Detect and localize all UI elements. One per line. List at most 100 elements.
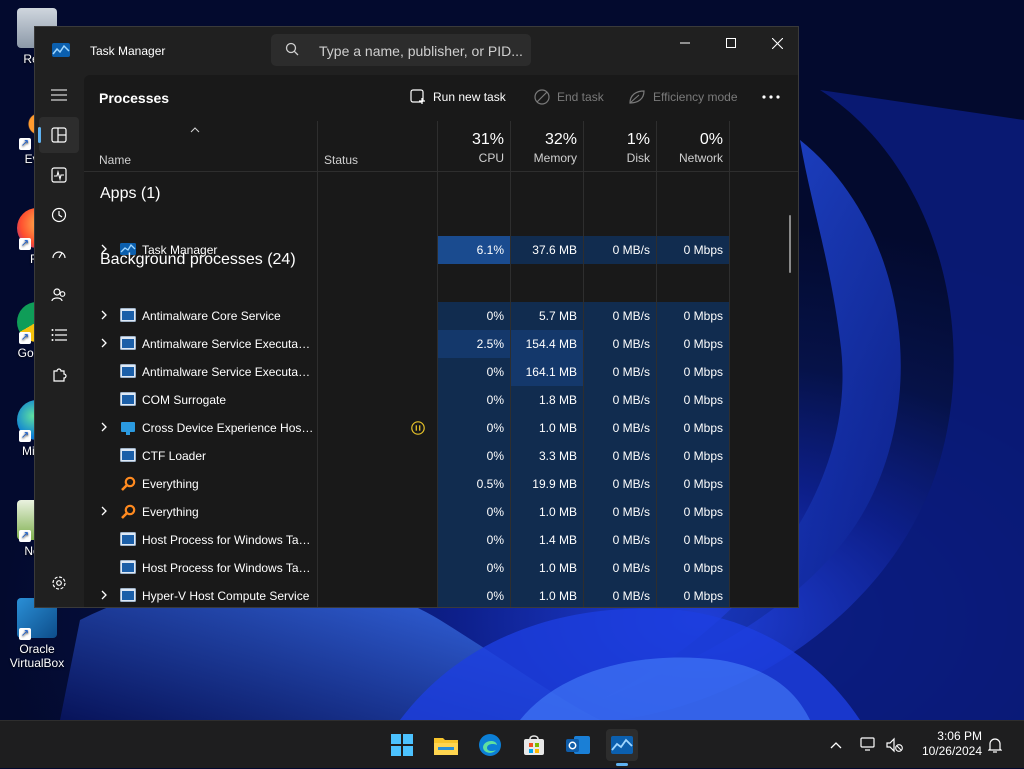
process-row[interactable]: Everything 0% 1.0 MB 0 MB/s 0 Mbps bbox=[84, 498, 798, 526]
minimize-button[interactable] bbox=[662, 27, 708, 59]
process-name: Cross Device Experience Host ... bbox=[142, 421, 314, 435]
end-task-button[interactable]: End task bbox=[534, 89, 604, 105]
taskbar-file-explorer[interactable] bbox=[430, 729, 462, 761]
search-input[interactable] bbox=[317, 40, 526, 62]
column-header-name[interactable]: Name bbox=[99, 153, 131, 167]
maximize-button[interactable] bbox=[708, 27, 754, 59]
group-header-apps[interactable]: Apps (1) bbox=[100, 185, 160, 203]
run-new-task-button[interactable]: Run new task bbox=[410, 89, 506, 105]
more-options-button[interactable] bbox=[762, 95, 780, 99]
network-cell: 0 Mbps bbox=[657, 386, 729, 414]
cpu-cell: 0% bbox=[438, 582, 510, 607]
history-icon bbox=[51, 207, 67, 223]
disk-cell: 0 MB/s bbox=[584, 582, 656, 607]
disk-cell: 0 MB/s bbox=[584, 526, 656, 554]
taskmanager-icon bbox=[52, 43, 70, 57]
search-box[interactable] bbox=[271, 34, 531, 66]
desktop-icon-virtualbox[interactable]: ↗ Oracle VirtualBox bbox=[6, 598, 68, 670]
network-cell: 0 Mbps bbox=[657, 442, 729, 470]
nav-settings[interactable] bbox=[39, 565, 79, 601]
taskbar-store[interactable] bbox=[518, 729, 550, 761]
expand-chevron-icon[interactable] bbox=[100, 309, 108, 321]
nav-services[interactable] bbox=[39, 357, 79, 393]
disk-cell: 0 MB/s bbox=[584, 330, 656, 358]
process-row[interactable]: Cross Device Experience Host ... 0% 1.0 MB… bbox=[84, 414, 798, 442]
column-header-disk[interactable]: 1% Disk bbox=[584, 131, 650, 165]
disk-cell: 0 MB/s bbox=[584, 554, 656, 582]
taskbar-clock[interactable]: 3:06 PM 10/26/2024 bbox=[922, 729, 982, 759]
column-header-cpu[interactable]: 31% CPU bbox=[438, 131, 504, 165]
memory-cell: 5.7 MB bbox=[511, 302, 583, 330]
run-task-icon bbox=[410, 89, 425, 104]
nav-users[interactable] bbox=[39, 277, 79, 313]
volume-tray-button[interactable] bbox=[886, 721, 904, 769]
disk-cell: 0 MB/s bbox=[584, 302, 656, 330]
cpu-cell: 6.1% bbox=[438, 236, 510, 264]
expand-chevron-icon[interactable] bbox=[100, 421, 108, 433]
cross-device-icon bbox=[120, 420, 136, 439]
cpu-cell: 0% bbox=[438, 386, 510, 414]
nav-performance[interactable] bbox=[39, 157, 79, 193]
memory-cell: 3.3 MB bbox=[511, 442, 583, 470]
process-row[interactable]: Everything 0.5% 19.9 MB 0 MB/s 0 Mbps bbox=[84, 470, 798, 498]
process-name: Everything bbox=[142, 505, 199, 519]
desktop-icon-label: Oracle VirtualBox bbox=[9, 642, 65, 670]
services-puzzle-icon bbox=[53, 368, 67, 382]
process-name: CTF Loader bbox=[142, 449, 207, 463]
hamburger-menu-button[interactable] bbox=[39, 77, 79, 113]
network-cell: 0 Mbps bbox=[657, 302, 729, 330]
process-row[interactable]: Antimalware Core Service 0% 5.7 MB 0 MB/s 0 … bbox=[84, 302, 798, 330]
title-bar[interactable]: Task Manager bbox=[35, 27, 798, 75]
network-cell: 0 Mbps bbox=[657, 554, 729, 582]
nav-details[interactable] bbox=[39, 317, 79, 353]
cpu-cell: 2.5% bbox=[438, 330, 510, 358]
show-hidden-icons-button[interactable] bbox=[830, 721, 842, 769]
process-row[interactable]: Host Process for Windows Tasks 0% 1.4 MB 0 … bbox=[84, 526, 798, 554]
network-disconnected-icon bbox=[860, 737, 875, 751]
memory-cell: 37.6 MB bbox=[511, 236, 583, 264]
process-row[interactable]: CTF Loader 0% 3.3 MB 0 MB/s 0 Mbps bbox=[84, 442, 798, 470]
search-icon bbox=[285, 42, 299, 56]
disk-cell: 0 MB/s bbox=[584, 470, 656, 498]
store-icon bbox=[524, 735, 544, 755]
sort-ascending-icon bbox=[190, 127, 200, 133]
start-button[interactable] bbox=[386, 729, 418, 761]
group-header-background[interactable]: Background processes (24) bbox=[100, 251, 296, 269]
notifications-button[interactable] bbox=[988, 721, 1002, 769]
process-row[interactable]: Antimalware Service Executable 2.5% 154.4 … bbox=[84, 330, 798, 358]
process-row[interactable]: Host Process for Windows Tasks 0% 1.0 MB 0 … bbox=[84, 554, 798, 582]
taskbar-task-manager[interactable] bbox=[606, 729, 638, 766]
cpu-cell: 0% bbox=[438, 498, 510, 526]
close-button[interactable] bbox=[754, 27, 798, 59]
efficiency-mode-button[interactable]: Efficiency mode bbox=[628, 89, 738, 105]
process-row[interactable]: COM Surrogate 0% 1.8 MB 0 MB/s 0 Mbps bbox=[84, 386, 798, 414]
expand-chevron-icon[interactable] bbox=[100, 589, 108, 601]
process-row[interactable]: Antimalware Service Executabl... 0% 164.1 … bbox=[84, 358, 798, 386]
memory-label: Memory bbox=[533, 151, 577, 165]
process-row[interactable]: Hyper-V Host Compute Service 0% 1.0 MB 0 MB… bbox=[84, 582, 798, 607]
taskbar-edge[interactable] bbox=[474, 729, 506, 761]
nav-app-history[interactable] bbox=[39, 197, 79, 233]
memory-cell: 19.9 MB bbox=[511, 470, 583, 498]
column-header-memory[interactable]: 32% Memory bbox=[511, 131, 577, 165]
taskmanager-icon bbox=[611, 736, 633, 754]
disk-total: 1% bbox=[626, 131, 650, 148]
network-tray-button[interactable] bbox=[860, 721, 878, 769]
process-name: Antimalware Service Executabl... bbox=[142, 365, 314, 379]
expand-chevron-icon[interactable] bbox=[100, 337, 108, 349]
nav-startup-apps[interactable] bbox=[39, 237, 79, 273]
file-explorer-icon bbox=[434, 738, 458, 755]
taskbar-outlook[interactable] bbox=[562, 729, 594, 761]
command-bar: Processes Run new task End task Efficien… bbox=[84, 75, 798, 121]
nav-processes[interactable] bbox=[38, 117, 79, 153]
column-header-network[interactable]: 0% Network bbox=[657, 131, 723, 165]
window-icon bbox=[120, 308, 136, 325]
vertical-scrollbar[interactable] bbox=[789, 215, 791, 273]
window-icon bbox=[120, 392, 136, 409]
column-header-status[interactable]: Status bbox=[324, 153, 358, 167]
expand-chevron-icon[interactable] bbox=[100, 505, 108, 517]
processes-icon bbox=[51, 127, 67, 143]
hamburger-icon bbox=[51, 89, 67, 101]
window-icon bbox=[120, 588, 136, 605]
users-icon bbox=[51, 288, 66, 302]
